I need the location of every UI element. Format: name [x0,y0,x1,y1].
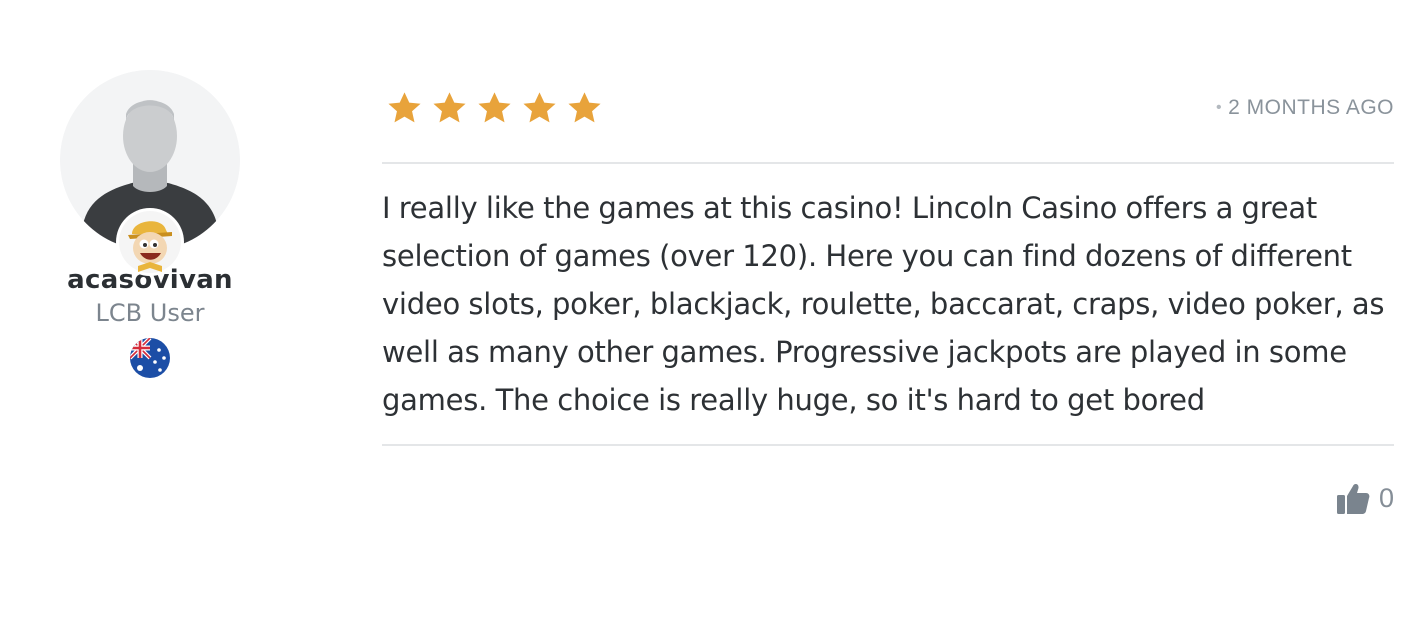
review-author: acasovivan LCB User [40,70,260,378]
review-date: • 2 MONTHS AGO [1216,96,1394,120]
star-icon [476,90,513,127]
mascot-icon [119,211,181,273]
like-button[interactable]: 0 [1335,480,1394,516]
bullet-separator: • [1216,99,1223,116]
review-date-text: 2 MONTHS AGO [1228,96,1394,119]
author-role: LCB User [95,299,205,327]
star-icon [386,90,423,127]
star-rating [386,90,603,127]
like-count: 0 [1378,482,1394,513]
star-icon [521,90,558,127]
mascot-badge [118,210,182,274]
star-icon [431,90,468,127]
review-header: • 2 MONTHS AGO [382,86,1394,164]
star-icon [566,90,603,127]
avatar-container [60,70,240,274]
review-body: I really like the games at this casino! … [382,164,1394,446]
thumbs-up-icon [1336,483,1370,514]
review-content: • 2 MONTHS AGO I really like the games at… [382,86,1394,526]
review-card: acasovivan LCB User • 2 MONTHS AGO I rea… [0,0,1426,620]
review-footer: 0 [382,446,1394,526]
australia-flag-icon [130,338,170,378]
